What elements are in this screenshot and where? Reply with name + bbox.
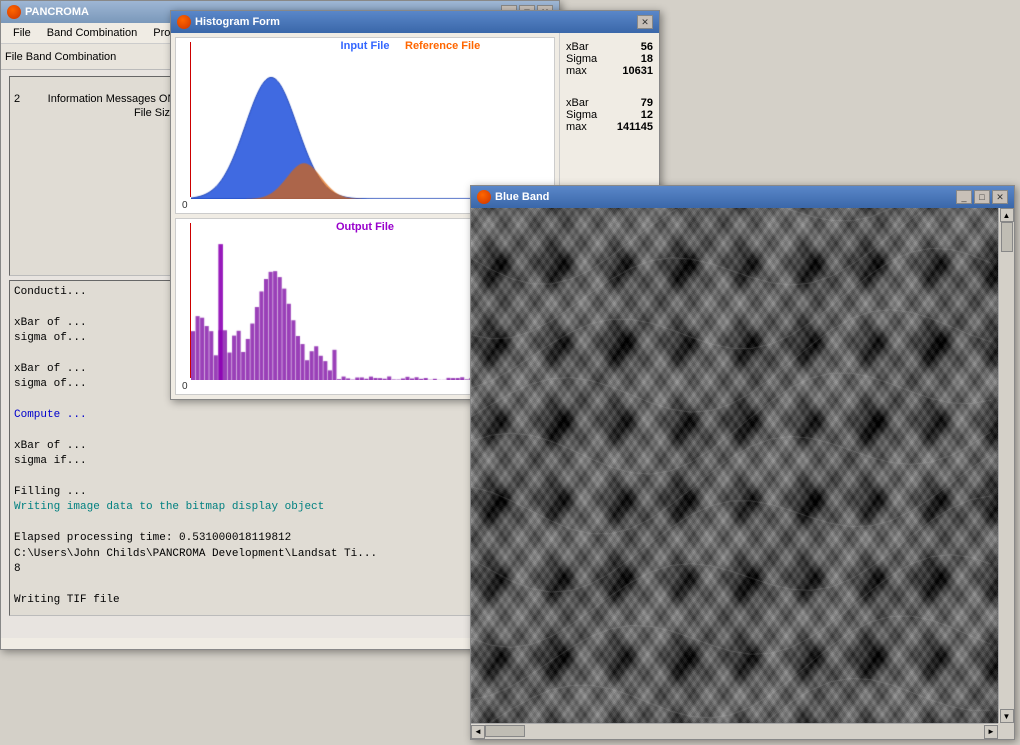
input-chart-title: Input File <box>341 40 390 52</box>
max-label2: max <box>566 121 587 133</box>
chart-min-label: 0 <box>182 200 188 211</box>
scroll-corner <box>998 723 1014 739</box>
xbar-label2: xBar <box>566 97 589 109</box>
log-line: sigma if... <box>14 454 546 469</box>
xbar-line: xBar 56 <box>566 41 653 53</box>
max-line2: max 141145 <box>566 121 653 133</box>
pancroma-title: PANCROMA <box>25 6 89 18</box>
output-chart-title: Output File <box>336 221 394 233</box>
satellite-canvas <box>471 208 998 723</box>
input-stats: xBar 56 Sigma 18 max 10631 <box>566 41 653 77</box>
blueband-main: ▲ ▼ <box>471 208 1014 723</box>
chart-min-label2: 0 <box>182 381 188 392</box>
blueband-window: Blue Band _ □ ✕ ▲ ▼ ◄ <box>470 185 1015 740</box>
scroll-up-button[interactable]: ▲ <box>1000 208 1014 222</box>
blueband-title: Blue Band <box>495 191 549 203</box>
histogram-icon <box>177 15 191 29</box>
histogram-titlebar[interactable]: Histogram Form ✕ <box>171 11 659 33</box>
sigma-line: Sigma 18 <box>566 53 653 65</box>
max-value2: 141145 <box>617 121 653 133</box>
toolbar-label: File Band Combination <box>5 51 116 63</box>
log-elapsed: Elapsed processing time: 0.5310000181198… <box>14 531 546 546</box>
scroll-left-button[interactable]: ◄ <box>471 725 485 739</box>
menu-bandcombination[interactable]: Band Combination <box>39 25 146 41</box>
scroll-thumb-v[interactable] <box>1001 222 1013 252</box>
scroll-right-button[interactable]: ► <box>984 725 998 739</box>
log-line: Filling ... <box>14 485 546 500</box>
pancroma-icon <box>7 5 21 19</box>
blueband-minimize[interactable]: _ <box>956 190 972 204</box>
log-line <box>14 516 546 531</box>
histogram-close[interactable]: ✕ <box>637 15 653 29</box>
horizontal-scrollbar[interactable]: ◄ ► <box>471 723 998 739</box>
sigma-value2: 12 <box>641 109 653 121</box>
log-line <box>14 470 546 485</box>
xbar-line2: xBar 79 <box>566 97 653 109</box>
max-value: 10631 <box>622 65 653 77</box>
scroll-down-button[interactable]: ▼ <box>1000 709 1014 723</box>
scroll-track-v[interactable] <box>999 222 1014 709</box>
log-line: Compute ... <box>14 408 546 423</box>
log-num: 8 <box>14 562 546 577</box>
log-line: xBar of ... <box>14 439 546 454</box>
blueband-body: ▲ ▼ ◄ ► <box>471 208 1014 739</box>
image-area <box>471 208 998 723</box>
sigma-label: Sigma <box>566 53 597 65</box>
blueband-icon <box>477 190 491 204</box>
sigma-label2: Sigma <box>566 109 597 121</box>
log-writing: Writing image data to the bitmap display… <box>14 500 546 515</box>
histogram-controls[interactable]: ✕ <box>637 15 653 29</box>
xbar-value2: 79 <box>641 97 653 109</box>
input-histogram-canvas <box>191 56 555 199</box>
blueband-close[interactable]: ✕ <box>992 190 1008 204</box>
menu-file[interactable]: File <box>5 25 39 41</box>
blueband-titlebar[interactable]: Blue Band _ □ ✕ <box>471 186 1014 208</box>
xbar-value: 56 <box>641 41 653 53</box>
scroll-thumb-h[interactable] <box>485 725 525 737</box>
log-line <box>14 424 546 439</box>
scroll-track-h[interactable] <box>485 724 984 739</box>
sigma-line2: Sigma 12 <box>566 109 653 121</box>
bottom-row: ◄ ► <box>471 723 1014 739</box>
ref-stats: xBar 79 Sigma 12 max 141145 <box>566 97 653 133</box>
max-label: max <box>566 65 587 77</box>
vertical-scrollbar[interactable]: ▲ ▼ <box>998 208 1014 723</box>
histogram-title: Histogram Form <box>195 16 280 28</box>
max-line: max 10631 <box>566 65 653 77</box>
log-tif: Writing TIF file <box>14 593 546 608</box>
sigma-value: 18 <box>641 53 653 65</box>
blueband-controls[interactable]: _ □ ✕ <box>956 190 1008 204</box>
log-line <box>14 577 546 592</box>
blueband-maximize[interactable]: □ <box>974 190 990 204</box>
log-path: C:\Users\John Childs\PANCROMA Developmen… <box>14 547 546 562</box>
xbar-label: xBar <box>566 41 589 53</box>
reference-chart-title: Reference File <box>405 40 480 52</box>
